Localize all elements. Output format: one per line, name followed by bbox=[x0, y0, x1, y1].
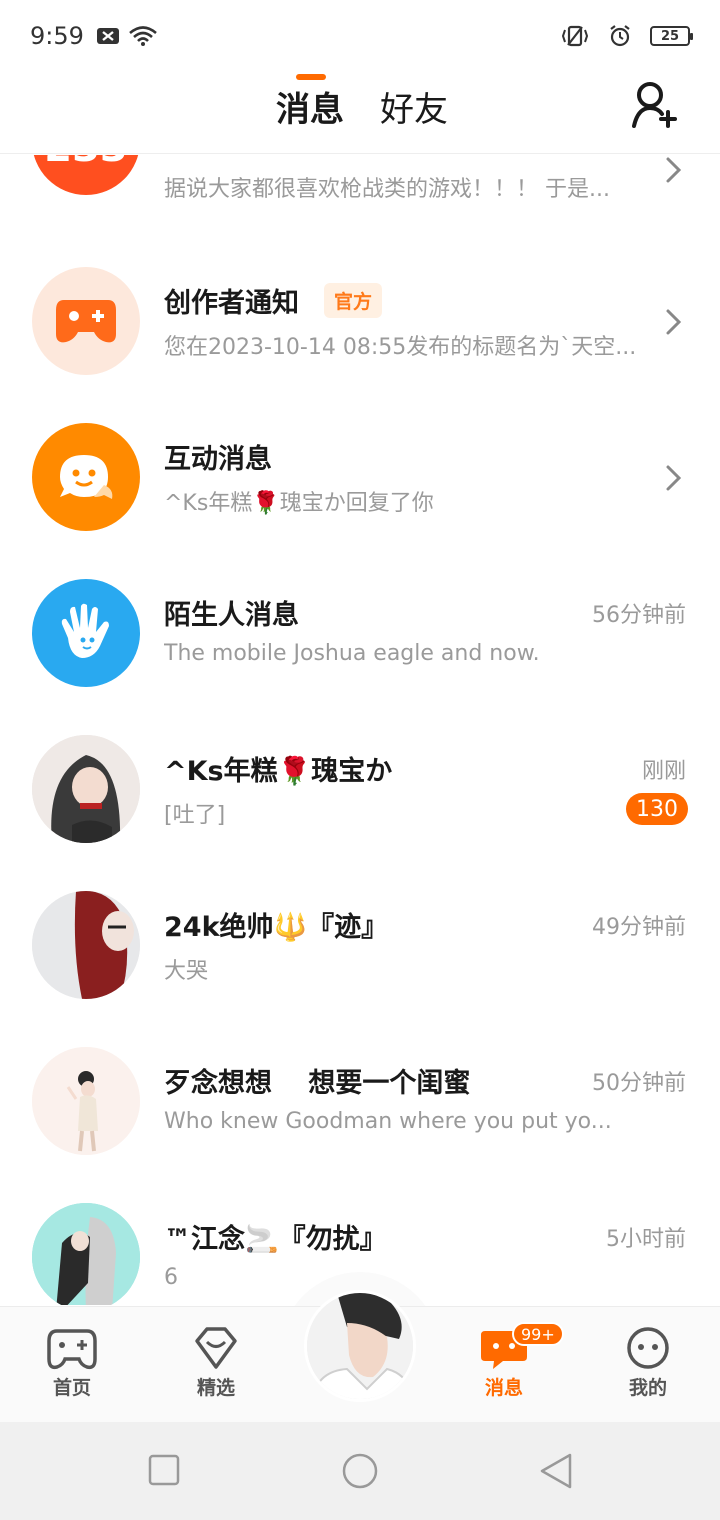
avatar-text: 233 bbox=[44, 155, 128, 171]
vibrate-icon bbox=[560, 24, 590, 48]
avatar bbox=[32, 1203, 140, 1305]
home-circle-icon[interactable] bbox=[341, 1452, 379, 1490]
conversation-time: 49分钟前 bbox=[592, 915, 686, 940]
conversation-preview: 大哭 bbox=[164, 959, 209, 984]
user-avatar-image bbox=[32, 1047, 140, 1155]
notification-icon bbox=[96, 26, 120, 46]
conversation-preview: 6 bbox=[164, 1265, 178, 1290]
back-triangle-icon[interactable] bbox=[538, 1452, 574, 1490]
nav-home-label: 首页 bbox=[52, 1377, 91, 1399]
wifi-icon bbox=[128, 25, 158, 47]
conversation-title: 创作者通知 bbox=[164, 288, 299, 319]
list-item[interactable]: 陌生人消息 56分钟前 The mobile Joshua eagle and … bbox=[0, 565, 720, 721]
avatar bbox=[32, 579, 140, 687]
chevron-right-icon bbox=[666, 309, 682, 335]
conversation-title: 陌生人消息 bbox=[164, 600, 299, 631]
tab-friends[interactable]: 好友 bbox=[380, 82, 448, 131]
conversation-title: ^Ks年糕🌹瑰宝か bbox=[164, 756, 393, 787]
gamepad-icon bbox=[47, 1329, 97, 1370]
alarm-icon bbox=[608, 24, 632, 48]
avatar bbox=[32, 267, 140, 375]
list-item[interactable]: 歹念想想 想要一个闺蜜 50分钟前 Who knew Goodman where… bbox=[0, 1033, 720, 1189]
unread-count-badge: 130 bbox=[626, 793, 688, 825]
avatar bbox=[32, 891, 140, 999]
avatar bbox=[32, 735, 140, 843]
nav-messages-label: 消息 bbox=[484, 1377, 523, 1399]
nav-featured[interactable]: 精选 bbox=[171, 1325, 261, 1400]
system-nav-bar bbox=[0, 1422, 720, 1520]
top-header: 消息 好友 bbox=[0, 72, 720, 154]
official-badge: 官方 bbox=[324, 283, 383, 318]
list-item[interactable]: 创作者通知 官方 您在2023-10-14 08:55发布的标题名为`天空... bbox=[0, 253, 720, 409]
conversation-preview: The mobile Joshua eagle and now. bbox=[164, 641, 540, 666]
nav-mine-label: 我的 bbox=[628, 1377, 667, 1399]
conversation-time: 刚刚 bbox=[641, 759, 686, 784]
conversation-preview: 据说大家都很喜欢枪战类的游戏！！！ 于是... bbox=[164, 177, 610, 202]
face-icon bbox=[627, 1327, 669, 1369]
nav-home[interactable]: 首页 bbox=[27, 1325, 117, 1400]
list-item[interactable]: 互动消息 ^Ks年糕🌹瑰宝か回复了你 bbox=[0, 409, 720, 565]
avatar bbox=[32, 423, 140, 531]
add-friend-icon[interactable] bbox=[632, 80, 680, 130]
avatar bbox=[32, 1047, 140, 1155]
nav-featured-label: 精选 bbox=[196, 1377, 235, 1399]
gamepad-icon bbox=[56, 300, 116, 343]
conversation-preview: 您在2023-10-14 08:55发布的标题名为`天空... bbox=[164, 335, 637, 360]
conversation-preview: Who knew Goodman where you put yo... bbox=[164, 1109, 612, 1134]
tab-indicator bbox=[296, 74, 326, 80]
list-item[interactable]: 233 据说大家都很喜欢枪战类的游戏！！！ 于是... bbox=[0, 155, 720, 233]
messages-count-badge: 99+ bbox=[512, 1322, 564, 1346]
user-avatar-image bbox=[32, 735, 140, 843]
conversation-title: 歹念想想 想要一个闺蜜 bbox=[164, 1068, 471, 1099]
conversation-list: 233 据说大家都很喜欢枪战类的游戏！！！ 于是... 创作者通知 官方 您在2… bbox=[0, 155, 720, 1305]
heart-diamond-icon bbox=[195, 1327, 237, 1369]
chat-bubble-icon bbox=[60, 455, 113, 499]
conversation-time: 50分钟前 bbox=[592, 1071, 686, 1096]
nav-mine[interactable]: 我的 bbox=[603, 1325, 693, 1400]
status-time: 9:59 bbox=[30, 22, 84, 50]
list-item[interactable]: 24k绝帅🔱『迹』 49分钟前 大哭 bbox=[0, 877, 720, 1033]
user-avatar-image bbox=[32, 1203, 140, 1305]
list-item[interactable]: ^Ks年糕🌹瑰宝か 刚刚 [吐了] 130 bbox=[0, 721, 720, 877]
battery-indicator: 25 bbox=[650, 26, 693, 46]
conversation-preview: ^Ks年糕🌹瑰宝か回复了你 bbox=[164, 491, 434, 516]
conversation-title: ™江念🚬『勿扰』 bbox=[164, 1224, 387, 1255]
user-avatar-image bbox=[32, 891, 140, 999]
conversation-title: 24k绝帅🔱『迹』 bbox=[164, 912, 389, 943]
chevron-right-icon bbox=[666, 157, 682, 183]
chevron-right-icon bbox=[666, 465, 682, 491]
recents-icon[interactable] bbox=[148, 1454, 180, 1486]
conversation-time: 56分钟前 bbox=[592, 603, 686, 628]
hand-icon bbox=[61, 603, 109, 658]
status-bar: 9:59 25 bbox=[0, 0, 720, 72]
avatar: 233 bbox=[32, 155, 140, 195]
conversation-time: 5小时前 bbox=[606, 1227, 686, 1252]
conversation-title: 互动消息 bbox=[164, 444, 272, 475]
conversation-preview: [吐了] bbox=[164, 803, 226, 828]
center-avatar-button[interactable] bbox=[304, 1290, 416, 1402]
tab-messages[interactable]: 消息 bbox=[276, 82, 344, 131]
